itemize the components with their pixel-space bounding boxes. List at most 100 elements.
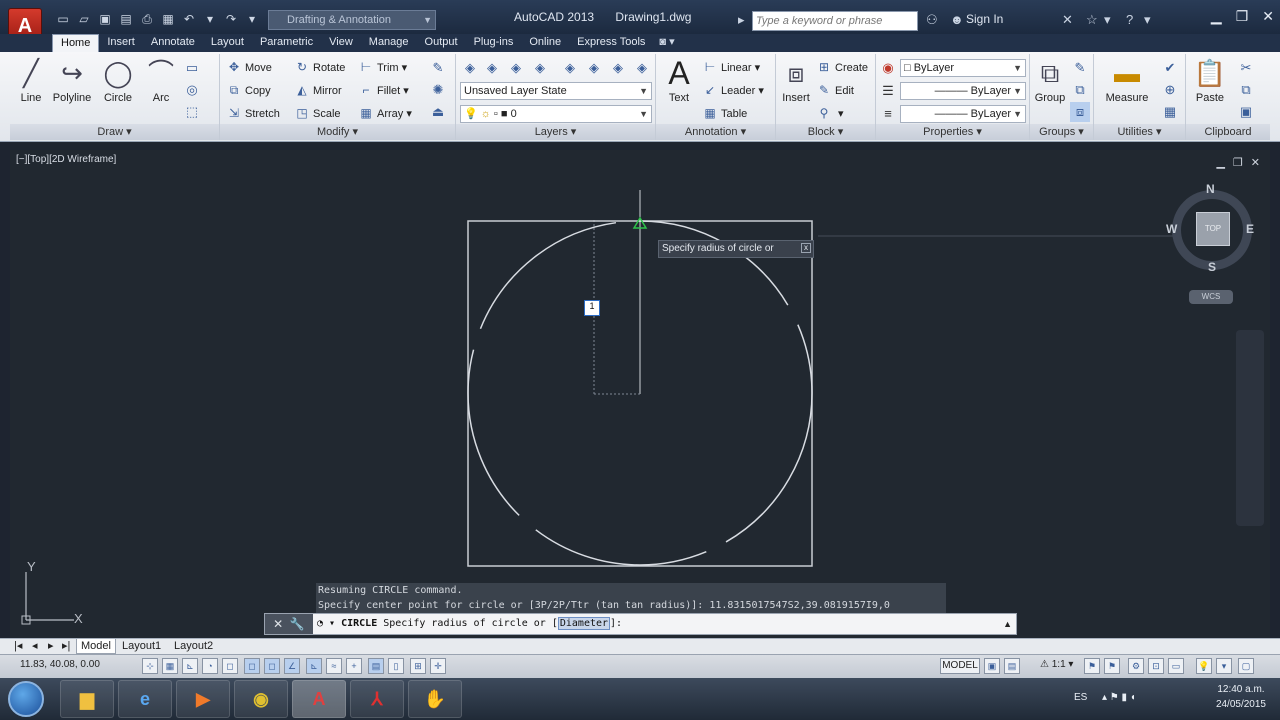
plot-icon[interactable]: ⎙ — [138, 10, 156, 28]
close-icon[interactable]: ✕ — [1262, 8, 1274, 25]
compass-south[interactable]: S — [1208, 260, 1216, 274]
clipboard-panel-title[interactable]: Clipboard — [1186, 124, 1270, 140]
annotation-visibility-icon[interactable]: ⚑ — [1084, 658, 1100, 674]
option-diameter[interactable]: Diameter — [557, 617, 611, 630]
layer-tool-icon[interactable]: ◈ — [632, 58, 652, 78]
close-icon[interactable]: x — [801, 243, 811, 253]
create-block-button[interactable]: ⊞ Create — [816, 57, 868, 77]
hatch-icon[interactable]: ◎ — [182, 80, 202, 100]
compass-north[interactable]: N — [1206, 182, 1215, 196]
quick-view-layouts-icon[interactable]: ▣ — [984, 658, 1000, 674]
navigation-bar[interactable] — [1236, 330, 1264, 526]
paste-button[interactable]: 📋 Paste — [1192, 56, 1228, 104]
attribute-button[interactable]: ⚲ ▾ — [816, 103, 844, 123]
undo-icon[interactable]: ↶ — [180, 10, 198, 28]
tab-plug-ins[interactable]: Plug-ins — [466, 34, 522, 52]
linetype-select[interactable]: ——— ByLayer ▼ — [900, 82, 1026, 100]
chevron-down-icon[interactable]: ▾ — [1144, 12, 1151, 28]
tab-manage[interactable]: Manage — [361, 34, 417, 52]
exchange-icon[interactable]: ✕ — [1062, 12, 1073, 28]
tab-view[interactable]: View — [321, 34, 361, 52]
tab-output[interactable]: Output — [417, 34, 466, 52]
sign-in-button[interactable]: Sign In — [966, 12, 1003, 26]
groups-panel-title[interactable]: Groups ▾ — [1030, 124, 1093, 140]
region-icon[interactable]: ⬚ — [182, 102, 202, 122]
redo-dropdown-icon[interactable]: ▾ — [243, 10, 261, 28]
model-space-button[interactable]: MODEL — [940, 658, 980, 674]
object-tracking-icon[interactable]: ◻ — [264, 658, 280, 674]
quick-properties-icon[interactable]: ▤ — [368, 658, 384, 674]
offset-icon[interactable]: ⏏ — [428, 102, 448, 122]
layer-tool-icon[interactable]: ◈ — [530, 58, 550, 78]
osnap-icon[interactable]: ◻ — [222, 658, 238, 674]
linear-button[interactable]: ⊢ Linear ▾ — [702, 57, 760, 77]
tab-nav-next-icon[interactable]: ▸ — [44, 639, 58, 654]
autocad-taskbar-icon[interactable]: A — [292, 680, 346, 718]
text-button[interactable]: A Text — [660, 56, 698, 104]
layer-tool-icon[interactable]: ◈ — [608, 58, 628, 78]
tab-home[interactable]: Home — [52, 34, 100, 52]
new-icon[interactable]: ▭ — [54, 10, 72, 28]
hardware-accel-icon[interactable]: ▭ — [1168, 658, 1184, 674]
workspace-switcher[interactable]: Drafting & Annotation ▼ — [268, 10, 436, 30]
copy-clip-icon[interactable]: ⧉ — [1236, 80, 1256, 100]
dynamic-input-icon[interactable]: ⊾ — [306, 658, 322, 674]
insert-button[interactable]: ⧈ Insert — [778, 56, 814, 104]
tab-parametric[interactable]: Parametric — [252, 34, 321, 52]
close-icon[interactable]: ✕ — [1251, 156, 1260, 169]
leader-button[interactable]: ↙ Leader ▾ — [702, 80, 764, 100]
measure-button[interactable]: ▬ Measure — [1100, 56, 1154, 104]
save-icon[interactable]: ▣ — [96, 10, 114, 28]
selection-cycling-icon[interactable]: ▯ — [388, 658, 404, 674]
polar-icon[interactable]: ◔ — [202, 658, 218, 674]
polyline-button[interactable]: ↪ Polyline — [50, 56, 94, 104]
group-button[interactable]: ⧉ Group — [1032, 56, 1068, 104]
minimize-icon[interactable]: ▁ — [1216, 156, 1224, 169]
scale-button[interactable]: ◳ Scale — [294, 103, 340, 123]
tab-nav-first-icon[interactable]: |◂ — [10, 639, 26, 654]
compass-west[interactable]: W — [1166, 222, 1177, 236]
tab-layout[interactable]: Layout — [203, 34, 252, 52]
line-button[interactable]: ╱ Line — [14, 56, 48, 104]
trim-button[interactable]: ⊢ Trim ▾ — [358, 57, 407, 77]
3d-osnap-icon[interactable]: ◻ — [244, 658, 260, 674]
acrobat-icon[interactable]: ⅄ — [350, 680, 404, 718]
ortho-icon[interactable]: ⊾ — [182, 658, 198, 674]
quick-view-drawings-icon[interactable]: ▤ — [1004, 658, 1020, 674]
ribbon-minimize-icon[interactable]: ◙ ▾ — [659, 34, 674, 52]
help-icon[interactable]: ? — [1126, 12, 1133, 27]
calculator-icon[interactable]: ▦ — [1160, 102, 1180, 122]
chrome-icon[interactable]: ◉ — [234, 680, 288, 718]
erase-icon[interactable]: ✎ — [428, 58, 448, 78]
restore-icon[interactable]: ❐ — [1236, 8, 1249, 25]
array-button[interactable]: ▦ Array ▾ — [358, 103, 412, 123]
layer-properties-icon[interactable]: ◈ — [460, 58, 480, 78]
tab-nav-last-icon[interactable]: ▸| — [58, 639, 74, 654]
media-player-icon[interactable]: ▶ — [176, 680, 230, 718]
chevron-up-icon[interactable]: ▲ — [1003, 614, 1012, 634]
drawing-viewport[interactable]: Y X [−][Top][2D Wireframe] ▁ ❐ ✕ Specify… — [10, 150, 1270, 638]
lineweight-select[interactable]: ——— ByLayer ▼ — [900, 105, 1026, 123]
internet-explorer-icon[interactable]: e — [118, 680, 172, 718]
layer-select[interactable]: 💡 ☼ ▫ ■ 0 ▼ — [460, 105, 652, 123]
binoculars-icon[interactable]: ⚇ — [926, 12, 938, 28]
utilities-panel-title[interactable]: Utilities ▾ — [1094, 124, 1185, 140]
circle-button[interactable]: ◯ Circle — [98, 56, 138, 104]
tab-insert[interactable]: Insert — [99, 34, 143, 52]
copy-button[interactable]: ⧉ Copy — [226, 80, 271, 100]
status-menu-icon[interactable]: ▾ — [1216, 658, 1232, 674]
wcs-menu[interactable]: WCS — [1189, 290, 1233, 304]
explode-icon[interactable]: ✺ — [428, 80, 448, 100]
lineweight-icon[interactable]: ≡ — [878, 104, 898, 124]
undo-dropdown-icon[interactable]: ▾ — [201, 10, 219, 28]
explorer-icon[interactable]: ▆ — [60, 680, 114, 718]
minimize-icon[interactable]: ▁ — [1211, 8, 1222, 25]
tray-icons[interactable]: ▴ ⚑ ▮ ◖ — [1102, 692, 1136, 703]
rectangle-icon[interactable]: ▭ — [182, 58, 202, 78]
hand-app-icon[interactable]: ✋ — [408, 680, 462, 718]
redo-icon[interactable]: ↷ — [222, 10, 240, 28]
tab-nav-prev-icon[interactable]: ◂ — [28, 639, 42, 654]
viewcube-top-face[interactable]: TOP — [1196, 212, 1230, 246]
arc-button[interactable]: ⌒ Arc — [144, 56, 178, 104]
color-select[interactable]: □ ByLayer ▼ — [900, 59, 1026, 77]
